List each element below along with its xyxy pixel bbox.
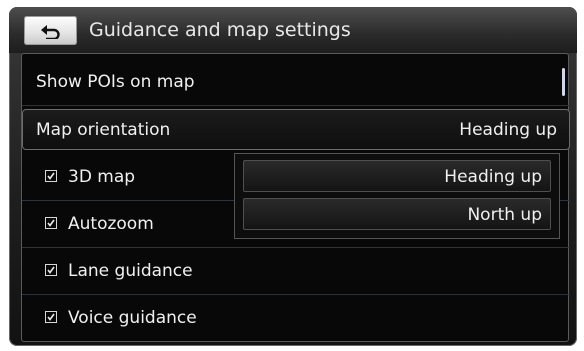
checkmark-icon (47, 313, 55, 321)
header-bar: Guidance and map settings (9, 7, 577, 53)
show-pois-label: Show POIs on map (36, 72, 195, 92)
page-title: Guidance and map settings (89, 19, 351, 41)
voice-guidance-row[interactable]: Voice guidance (22, 295, 570, 342)
map-orientation-label: Map orientation (36, 120, 171, 140)
show-pois-row[interactable]: Show POIs on map (22, 59, 570, 106)
map-orientation-value: Heading up (459, 120, 557, 140)
back-arrow-icon (41, 25, 60, 39)
scrollbar-thumb[interactable] (562, 68, 565, 96)
dropdown-option-heading-up[interactable]: Heading up (243, 160, 551, 192)
autozoom-checkbox[interactable] (45, 217, 57, 229)
autozoom-label: Autozoom (68, 214, 154, 234)
settings-screen: Guidance and map settings Show POIs on m… (9, 7, 577, 346)
orientation-dropdown: Heading up North up (234, 153, 560, 239)
dropdown-option-label: Heading up (444, 167, 542, 187)
voice-guidance-label: Voice guidance (68, 308, 197, 328)
lane-guidance-label: Lane guidance (68, 261, 193, 281)
dropdown-option-label: North up (467, 205, 542, 225)
3d-map-label: 3D map (68, 167, 136, 187)
voice-guidance-checkbox[interactable] (45, 311, 57, 323)
checkmark-icon (47, 219, 55, 227)
lane-guidance-row[interactable]: Lane guidance (22, 248, 570, 295)
checkmark-icon (47, 172, 55, 180)
lane-guidance-checkbox[interactable] (45, 264, 57, 276)
3d-map-checkbox[interactable] (45, 170, 57, 182)
back-button[interactable] (24, 16, 77, 45)
checkmark-icon (47, 266, 55, 274)
dropdown-option-north-up[interactable]: North up (243, 198, 551, 230)
map-orientation-row[interactable]: Map orientation Heading up (22, 109, 570, 150)
